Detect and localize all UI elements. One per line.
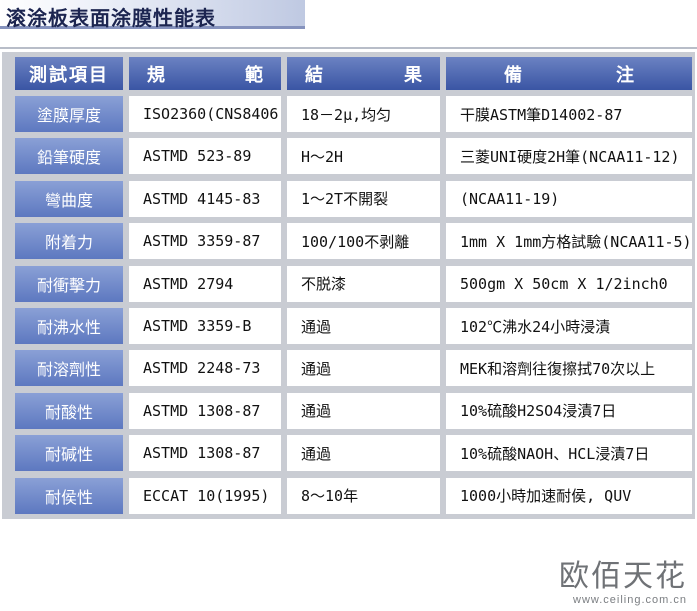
header-result: 結 果: [287, 57, 440, 90]
header-standard: 規 範: [129, 57, 281, 90]
table-row: 塗膜厚度 ISO2360(CNS8406) 18－2μ,均匀 干膜ASTM筆D1400…: [2, 96, 695, 132]
header-note-char-1: 備: [504, 64, 522, 86]
test-item-cell: 耐碱性: [15, 435, 123, 472]
result-cell: 1～2T不開裂: [287, 180, 440, 217]
standard-cell: ECCAT 10(1995): [129, 477, 281, 514]
header-note: 備 注: [446, 57, 692, 90]
standard-cell: ISO2360(CNS8406): [129, 96, 281, 132]
brand-name: 欧佰天花: [559, 559, 687, 594]
result-cell: 18－2μ,均匀: [287, 96, 440, 132]
standard-cell: ASTMD 1308-87: [129, 435, 281, 472]
header-test-item: 測試項目: [15, 57, 123, 90]
table-row: 耐酸性 ASTMD 1308-87 通過 10%硫酸H2SO4浸漬7日: [2, 392, 695, 429]
table-row: 耐溶劑性 ASTMD 2248-73 通過 MEK和溶劑往復擦拭70次以上: [2, 350, 695, 387]
table-row: 鉛筆硬度 ASTMD 523-89 H～2H 三菱UNI硬度2H筆(NCAA11-12…: [2, 138, 695, 175]
table-row: 彎曲度 ASTMD 4145-83 1～2T不開裂 (NCAA11-19): [2, 180, 695, 217]
note-cell: 干膜ASTM筆D14002-87: [446, 96, 692, 132]
test-item-cell: 塗膜厚度: [15, 96, 123, 132]
test-item-cell: 耐沸水性: [15, 308, 123, 344]
page-title: 滚涂板表面涂膜性能表: [6, 6, 216, 30]
brand-url: www.ceiling.com.cn: [573, 594, 687, 606]
spec-table: 測試項目 規 範 結 果 備 注 塗膜厚度 ISO2360(CNS8406) 18－…: [2, 52, 695, 519]
note-cell: 10%硫酸NAOH、HCL浸漬7日: [446, 435, 692, 472]
result-cell: 100/100不剥離: [287, 223, 440, 260]
result-cell: 通過: [287, 308, 440, 344]
header-standard-char-1: 規: [147, 64, 165, 86]
result-cell: H～2H: [287, 138, 440, 175]
note-cell: MEK和溶劑往復擦拭70次以上: [446, 350, 692, 387]
standard-cell: ASTMD 1308-87: [129, 392, 281, 429]
table-row: 附着力 ASTMD 3359-87 100/100不剥離 1mm X 1mm方格試驗(…: [2, 223, 695, 260]
note-cell: 三菱UNI硬度2H筆(NCAA11-12): [446, 138, 692, 175]
test-item-cell: 耐溶劑性: [15, 350, 123, 387]
result-cell: 不脱漆: [287, 265, 440, 302]
result-cell: 通過: [287, 350, 440, 387]
header-standard-char-2: 範: [245, 64, 263, 86]
title-divider: [0, 47, 697, 49]
note-cell: 1mm X 1mm方格試驗(NCAA11-5): [446, 223, 692, 260]
test-item-cell: 耐酸性: [15, 392, 123, 429]
header-result-char-2: 果: [404, 64, 422, 86]
brand-watermark: 欧佰天花 www.ceiling.com.cn: [559, 561, 687, 607]
standard-cell: ASTMD 523-89: [129, 138, 281, 175]
header-result-char-1: 結: [305, 64, 323, 86]
standard-cell: ASTMD 2794: [129, 265, 281, 302]
test-item-cell: 耐衝擊力: [15, 265, 123, 302]
result-cell: 通過: [287, 435, 440, 472]
standard-cell: ASTMD 3359-B: [129, 308, 281, 344]
table-header-row: 測試項目 規 範 結 果 備 注: [2, 57, 695, 90]
result-cell: 8～10年: [287, 477, 440, 514]
test-item-cell: 耐侯性: [15, 477, 123, 514]
table-row: 耐沸水性 ASTMD 3359-B 通過 102℃沸水24小時浸漬: [2, 308, 695, 344]
standard-cell: ASTMD 3359-87: [129, 223, 281, 260]
standard-cell: ASTMD 4145-83: [129, 180, 281, 217]
table-row: 耐侯性 ECCAT 10(1995) 8～10年 1000小時加速耐侯, QUV: [2, 477, 695, 514]
standard-cell: ASTMD 2248-73: [129, 350, 281, 387]
note-cell: 10%硫酸H2SO4浸漬7日: [446, 392, 692, 429]
note-cell: 102℃沸水24小時浸漬: [446, 308, 692, 344]
page-title-banner: 滚涂板表面涂膜性能表: [0, 0, 305, 30]
note-cell: 1000小時加速耐侯, QUV: [446, 477, 692, 514]
table-row: 耐衝擊力 ASTMD 2794 不脱漆 500gm X 50cm X 1/2inch0: [2, 265, 695, 302]
header-note-char-2: 注: [616, 64, 634, 86]
test-item-cell: 附着力: [15, 223, 123, 260]
note-cell: 500gm X 50cm X 1/2inch0: [446, 265, 692, 302]
table-row: 耐碱性 ASTMD 1308-87 通過 10%硫酸NAOH、HCL浸漬7日: [2, 435, 695, 472]
result-cell: 通過: [287, 392, 440, 429]
test-item-cell: 彎曲度: [15, 180, 123, 217]
note-cell: (NCAA11-19): [446, 180, 692, 217]
test-item-cell: 鉛筆硬度: [15, 138, 123, 175]
